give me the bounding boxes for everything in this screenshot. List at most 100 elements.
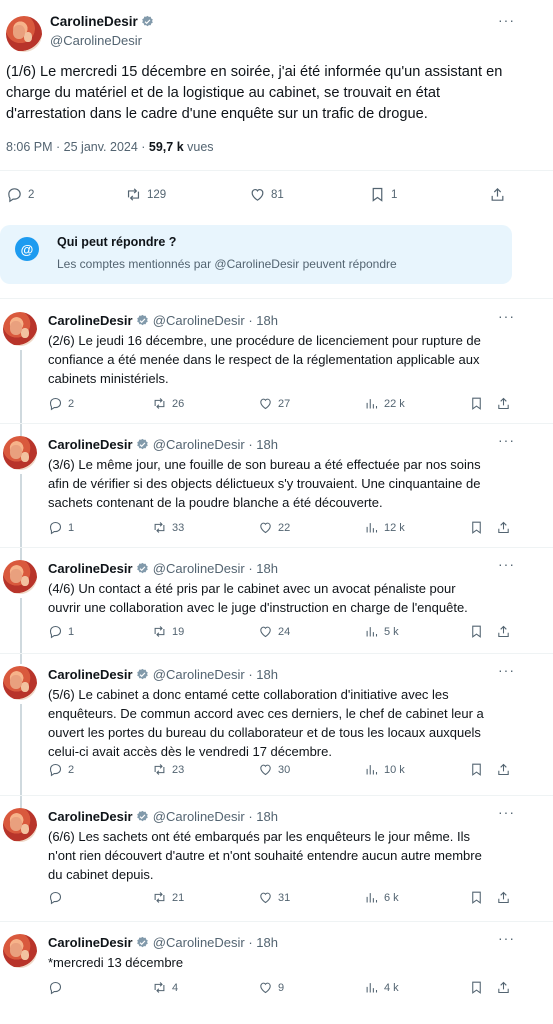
views-icon <box>366 627 378 637</box>
avatar[interactable] <box>3 560 37 594</box>
username-time[interactable]: @CarolineDesir · 18h <box>153 313 278 328</box>
reply-button[interactable] <box>48 890 68 905</box>
share-button[interactable] <box>496 890 511 905</box>
reply-text: (5/6) Le cabinet a donc entamé cette col… <box>48 687 484 759</box>
like-icon <box>260 982 271 994</box>
more-icon[interactable]: ··· <box>498 308 515 324</box>
bookmark-button[interactable]: 1 <box>369 186 397 203</box>
tweet-meta: 8:06 PM · 25 janv. 2024 · 59,7 k vues <box>6 140 214 154</box>
like-button[interactable]: 9 <box>258 980 284 995</box>
like-button[interactable]: 30 <box>258 762 290 777</box>
share-button[interactable] <box>496 762 511 777</box>
thread-reply[interactable]: CarolineDesir @CarolineDesir · 18h ··· (3/… <box>0 424 553 546</box>
views-button[interactable]: 10 k <box>364 762 405 777</box>
display-name[interactable]: CarolineDesir <box>50 13 138 30</box>
views-button[interactable]: 5 k <box>364 624 399 639</box>
share-button[interactable] <box>496 980 511 995</box>
username-time[interactable]: @CarolineDesir · 18h <box>153 935 278 950</box>
more-icon[interactable]: ··· <box>498 432 515 448</box>
display-name[interactable]: CarolineDesir <box>48 313 133 328</box>
main-tweet: CarolineDesir @CarolineDesir ··· (1/6) L… <box>0 0 553 222</box>
reply-button[interactable] <box>48 980 68 995</box>
bookmark-button[interactable] <box>469 890 484 905</box>
avatar[interactable] <box>6 16 42 52</box>
share-button[interactable] <box>496 520 511 535</box>
thread-reply[interactable]: CarolineDesir @CarolineDesir · 18h ··· (6/… <box>0 796 553 916</box>
thread-reply[interactable]: CarolineDesir @CarolineDesir · 18h ··· (2/… <box>0 300 553 422</box>
more-icon[interactable]: ··· <box>498 556 515 572</box>
who-can-reply-notice: @ Qui peut répondre ? Les comptes mentio… <box>0 225 512 284</box>
repost-button[interactable]: 33 <box>152 520 184 535</box>
reply-button[interactable]: 2 <box>48 762 74 777</box>
like-button[interactable]: 22 <box>258 520 290 535</box>
repost-icon <box>154 398 165 409</box>
repost-button[interactable]: 19 <box>152 624 184 639</box>
verified-badge-icon <box>137 810 148 822</box>
repost-button[interactable]: 129 <box>125 186 166 203</box>
tweet-text: (1/6) Le mercredi 15 décembre en soirée,… <box>6 64 503 122</box>
thread-reply[interactable]: CarolineDesir @CarolineDesir · 18h ··· *me… <box>0 922 553 1006</box>
share-button[interactable] <box>496 396 511 411</box>
username[interactable]: @CarolineDesir <box>50 33 154 49</box>
repost-button[interactable]: 26 <box>152 396 184 411</box>
view-count: 59,7 k <box>148 140 184 154</box>
bookmark-button[interactable] <box>469 762 484 777</box>
more-icon[interactable]: ··· <box>498 12 515 28</box>
more-icon[interactable]: ··· <box>498 662 515 678</box>
repost-icon <box>154 626 165 637</box>
avatar[interactable] <box>3 312 37 346</box>
views-button[interactable]: 4 k <box>364 980 399 995</box>
like-button[interactable]: 31 <box>258 890 290 905</box>
reply-text: *mercredi 13 décembre <box>48 955 184 970</box>
reply-button[interactable]: 2 <box>48 396 74 411</box>
views-button[interactable]: 12 k <box>364 520 405 535</box>
like-icon <box>251 188 264 201</box>
display-name[interactable]: CarolineDesir <box>48 667 133 682</box>
display-name[interactable]: CarolineDesir <box>48 935 133 950</box>
display-name[interactable]: CarolineDesir <box>48 809 133 824</box>
reply-header: CarolineDesir @CarolineDesir · 18h <box>48 436 278 453</box>
more-icon[interactable]: ··· <box>498 930 515 946</box>
like-button[interactable]: 81 <box>249 186 284 203</box>
notice-description: Les comptes mentionnés par @CarolineDesi… <box>57 257 397 271</box>
bookmark-button[interactable] <box>469 624 484 639</box>
bookmark-button[interactable] <box>469 520 484 535</box>
reply-button[interactable]: 1 <box>48 520 74 535</box>
verified-badge-icon <box>137 438 148 450</box>
reply-button[interactable]: 2 <box>6 186 34 203</box>
repost-button[interactable]: 4 <box>152 980 178 995</box>
username-time[interactable]: @CarolineDesir · 18h <box>153 667 278 682</box>
display-name[interactable]: CarolineDesir <box>48 437 133 452</box>
bookmark-button[interactable] <box>469 980 484 995</box>
reply-header: CarolineDesir @CarolineDesir · 18h <box>48 560 278 577</box>
share-button[interactable] <box>496 624 511 639</box>
avatar[interactable] <box>3 934 37 968</box>
display-name[interactable]: CarolineDesir <box>48 561 133 576</box>
avatar[interactable] <box>3 436 37 470</box>
more-icon[interactable]: ··· <box>498 804 515 820</box>
reply-icon <box>49 891 62 905</box>
bookmark-button[interactable] <box>469 396 484 411</box>
avatar[interactable] <box>3 666 37 700</box>
views-button[interactable]: 6 k <box>364 890 399 905</box>
share-button[interactable] <box>489 186 506 203</box>
repost-icon <box>154 982 165 993</box>
repost-button[interactable]: 21 <box>152 890 184 905</box>
reply-header: CarolineDesir @CarolineDesir · 18h <box>48 808 278 825</box>
thread-reply[interactable]: CarolineDesir @CarolineDesir · 18h ··· (5/… <box>0 654 553 788</box>
reply-text: (6/6) Les sachets ont été embarqués par … <box>48 829 482 882</box>
repost-button[interactable]: 23 <box>152 762 184 777</box>
username-time[interactable]: @CarolineDesir · 18h <box>153 809 278 824</box>
views-icon <box>366 765 378 775</box>
like-button[interactable]: 24 <box>258 624 290 639</box>
thread-reply[interactable]: CarolineDesir @CarolineDesir · 18h ··· (4/… <box>0 548 553 650</box>
timestamp[interactable]: 8:06 PM · 25 janv. 2024 · <box>6 140 149 154</box>
like-button[interactable]: 27 <box>258 396 290 411</box>
reply-action-bar: 2 23 30 10 k <box>0 762 530 786</box>
repost-icon <box>154 892 165 903</box>
avatar[interactable] <box>3 808 37 842</box>
username-time[interactable]: @CarolineDesir · 18h <box>153 561 278 576</box>
views-button[interactable]: 22 k <box>364 396 405 411</box>
username-time[interactable]: @CarolineDesir · 18h <box>153 437 278 452</box>
reply-button[interactable]: 1 <box>48 624 74 639</box>
